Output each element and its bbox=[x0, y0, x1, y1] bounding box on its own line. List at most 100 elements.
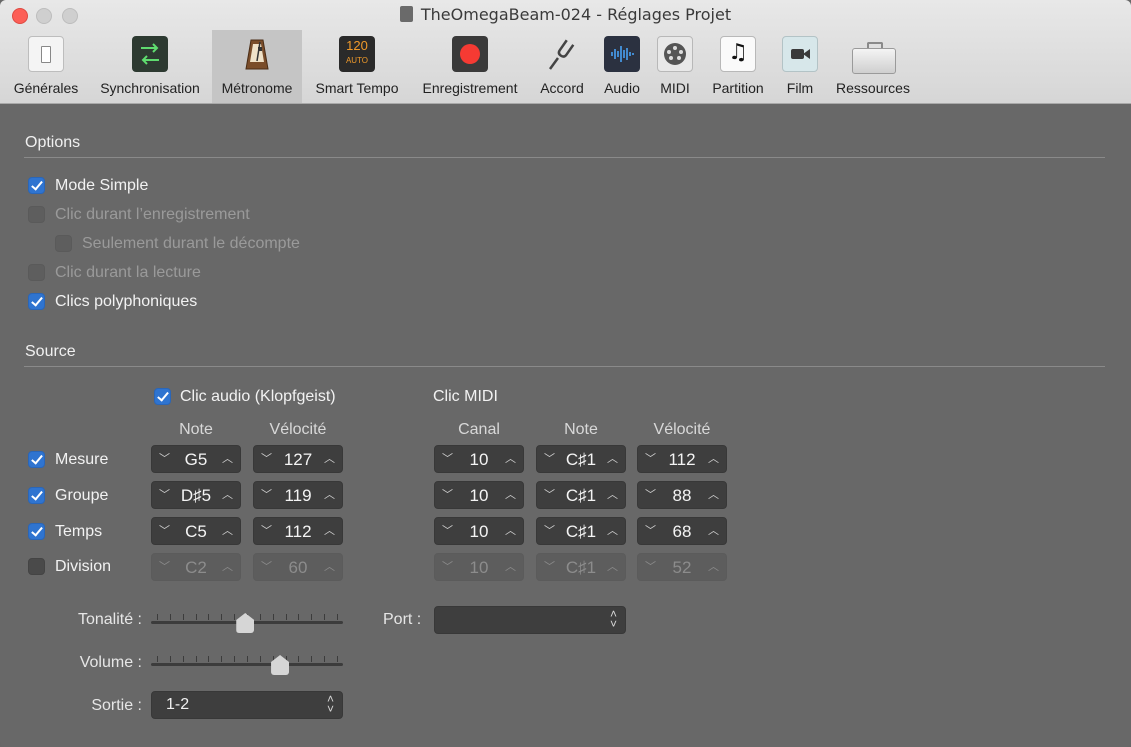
tab-label: Enregistrement bbox=[422, 80, 518, 96]
output-popup[interactable]: 1-2 ˄ ˅ bbox=[151, 691, 343, 719]
chevron-up-icon[interactable]: ︿ bbox=[505, 522, 516, 538]
chevron-down-icon[interactable]: ﹀ bbox=[442, 450, 453, 466]
tab-partition[interactable]: ♫ Partition bbox=[704, 30, 772, 103]
division-audio-note-stepper[interactable]: ﹀ C2 ︿ bbox=[151, 553, 241, 581]
chevron-down-icon[interactable]: ﹀ bbox=[645, 450, 656, 466]
tab-ressources[interactable]: Ressources bbox=[828, 30, 918, 103]
chevron-down-icon[interactable]: ﹀ bbox=[159, 486, 170, 502]
tab-accord[interactable]: Accord bbox=[533, 30, 591, 103]
division-midi-channel-stepper[interactable]: ﹀ 10 ︿ bbox=[434, 553, 524, 581]
chevron-up-icon[interactable]: ︿ bbox=[607, 558, 618, 574]
chevron-up-icon[interactable]: ︿ bbox=[708, 522, 719, 538]
slider-tick bbox=[182, 656, 184, 662]
chevron-up-icon[interactable]: ︿ bbox=[324, 450, 335, 466]
chevron-up-icon[interactable]: ︿ bbox=[505, 450, 516, 466]
chevron-up-icon[interactable]: ︿ bbox=[607, 486, 618, 502]
chevron-down-icon[interactable]: ﹀ bbox=[442, 486, 453, 502]
updown-arrows-icon: ˄ ˅ bbox=[609, 607, 617, 631]
chevron-down-icon[interactable]: ﹀ bbox=[261, 486, 272, 502]
chevron-down-icon[interactable]: ﹀ bbox=[645, 486, 656, 502]
bar-midi-note-stepper[interactable]: ﹀ C♯1 ︿ bbox=[536, 445, 626, 473]
audio-click-checkbox[interactable] bbox=[154, 388, 171, 405]
chevron-down-icon[interactable]: ﹀ bbox=[159, 450, 170, 466]
bar-midi-velocity-stepper[interactable]: ﹀ 112 ︿ bbox=[637, 445, 727, 473]
stepper-value: C2 bbox=[185, 558, 207, 577]
chevron-up-icon[interactable]: ︿ bbox=[222, 558, 233, 574]
chevron-up-icon[interactable]: ︿ bbox=[222, 450, 233, 466]
mode-simple-checkbox[interactable] bbox=[28, 177, 45, 194]
tab-metronome[interactable]: Métronome bbox=[212, 30, 302, 103]
tonality-slider-thumb[interactable] bbox=[236, 613, 255, 633]
tab-midi[interactable]: MIDI bbox=[652, 30, 698, 103]
chevron-down-icon[interactable]: ﹀ bbox=[159, 558, 170, 574]
title-bar: TheOmegaBeam-024 - Réglages Projet Génér… bbox=[0, 0, 1131, 104]
tonality-slider[interactable] bbox=[151, 606, 343, 636]
score-note-icon: ♫ bbox=[720, 36, 756, 72]
bar-audio-note-stepper[interactable]: ﹀ G5 ︿ bbox=[151, 445, 241, 473]
group-audio-note-stepper[interactable]: ﹀ D♯5 ︿ bbox=[151, 481, 241, 509]
chevron-down-icon[interactable]: ﹀ bbox=[261, 522, 272, 538]
chevron-down-icon[interactable]: ﹀ bbox=[442, 558, 453, 574]
volume-slider[interactable] bbox=[151, 649, 343, 679]
chevron-up-icon[interactable]: ︿ bbox=[505, 486, 516, 502]
group-midi-velocity-stepper[interactable]: ﹀ 88 ︿ bbox=[637, 481, 727, 509]
stepper-value: 10 bbox=[469, 450, 489, 469]
group-checkbox[interactable] bbox=[28, 487, 45, 504]
beat-checkbox[interactable] bbox=[28, 523, 45, 540]
division-midi-note-stepper[interactable]: ﹀ C♯1 ︿ bbox=[536, 553, 626, 581]
click-during-playback-checkbox[interactable] bbox=[28, 264, 45, 281]
tab-film[interactable]: Film bbox=[777, 30, 823, 103]
tab-enregistrement[interactable]: Enregistrement bbox=[414, 30, 526, 103]
chevron-up-icon[interactable]: ︿ bbox=[505, 558, 516, 574]
slider-tick bbox=[169, 614, 171, 620]
slider-tick bbox=[157, 614, 158, 620]
chevron-down-icon[interactable]: ﹀ bbox=[261, 450, 272, 466]
chevron-down-icon[interactable]: ﹀ bbox=[544, 522, 555, 538]
chevron-down-icon[interactable]: ﹀ bbox=[159, 522, 170, 538]
beat-midi-velocity-stepper[interactable]: ﹀ 68 ︿ bbox=[637, 517, 727, 545]
beat-audio-velocity-stepper[interactable]: ﹀ 112 ︿ bbox=[253, 517, 343, 545]
group-midi-channel-stepper[interactable]: ﹀ 10 ︿ bbox=[434, 481, 524, 509]
chevron-down-icon[interactable]: ﹀ bbox=[442, 522, 453, 538]
port-popup[interactable]: ˄ ˅ bbox=[434, 606, 626, 634]
chevron-up-icon[interactable]: ︿ bbox=[708, 486, 719, 502]
group-audio-velocity-stepper[interactable]: ﹀ 119 ︿ bbox=[253, 481, 343, 509]
polyphonic-clicks-checkbox[interactable] bbox=[28, 293, 45, 310]
chevron-up-icon[interactable]: ︿ bbox=[324, 522, 335, 538]
division-checkbox[interactable] bbox=[28, 558, 45, 575]
tab-generales[interactable]: Générales bbox=[7, 30, 85, 103]
chevron-up-icon[interactable]: ︿ bbox=[607, 522, 618, 538]
slider-tick bbox=[259, 614, 261, 620]
tab-smart-tempo[interactable]: 120 AUTO Smart Tempo bbox=[308, 30, 406, 103]
chevron-up-icon[interactable]: ︿ bbox=[222, 486, 233, 502]
chevron-down-icon[interactable]: ﹀ bbox=[645, 558, 656, 574]
chevron-up-icon[interactable]: ︿ bbox=[607, 450, 618, 466]
chevron-up-icon[interactable]: ︿ bbox=[324, 558, 335, 574]
beat-midi-note-stepper[interactable]: ﹀ C♯1 ︿ bbox=[536, 517, 626, 545]
bar-checkbox[interactable] bbox=[28, 451, 45, 468]
chevron-down-icon[interactable]: ﹀ bbox=[261, 558, 272, 574]
division-midi-velocity-stepper[interactable]: ﹀ 52 ︿ bbox=[637, 553, 727, 581]
group-midi-note-stepper[interactable]: ﹀ C♯1 ︿ bbox=[536, 481, 626, 509]
bar-midi-channel-stepper[interactable]: ﹀ 10 ︿ bbox=[434, 445, 524, 473]
chevron-up-icon[interactable]: ︿ bbox=[708, 450, 719, 466]
window-title-text: TheOmegaBeam-024 - Réglages Projet bbox=[420, 5, 732, 24]
beat-midi-channel-stepper[interactable]: ﹀ 10 ︿ bbox=[434, 517, 524, 545]
chevron-up-icon[interactable]: ︿ bbox=[324, 486, 335, 502]
chevron-down-icon[interactable]: ﹀ bbox=[544, 486, 555, 502]
tab-audio[interactable]: Audio bbox=[597, 30, 647, 103]
chevron-up-icon[interactable]: ︿ bbox=[708, 558, 719, 574]
chevron-down-icon[interactable]: ﹀ bbox=[544, 558, 555, 574]
chevron-up-icon[interactable]: ︿ bbox=[222, 522, 233, 538]
chevron-down-icon[interactable]: ﹀ bbox=[645, 522, 656, 538]
polyphonic-clicks-label: Clics polyphoniques bbox=[55, 293, 198, 310]
click-during-recording-checkbox[interactable] bbox=[28, 206, 45, 223]
tab-synchronisation[interactable]: Synchronisation bbox=[92, 30, 208, 103]
slider-tick bbox=[221, 656, 223, 662]
division-audio-velocity-stepper[interactable]: ﹀ 60 ︿ bbox=[253, 553, 343, 581]
project-settings-window: TheOmegaBeam-024 - Réglages Projet Génér… bbox=[0, 0, 1131, 747]
bar-audio-velocity-stepper[interactable]: ﹀ 127 ︿ bbox=[253, 445, 343, 473]
chevron-down-icon[interactable]: ﹀ bbox=[544, 450, 555, 466]
beat-audio-note-stepper[interactable]: ﹀ C5 ︿ bbox=[151, 517, 241, 545]
only-during-countin-checkbox[interactable] bbox=[55, 235, 72, 252]
